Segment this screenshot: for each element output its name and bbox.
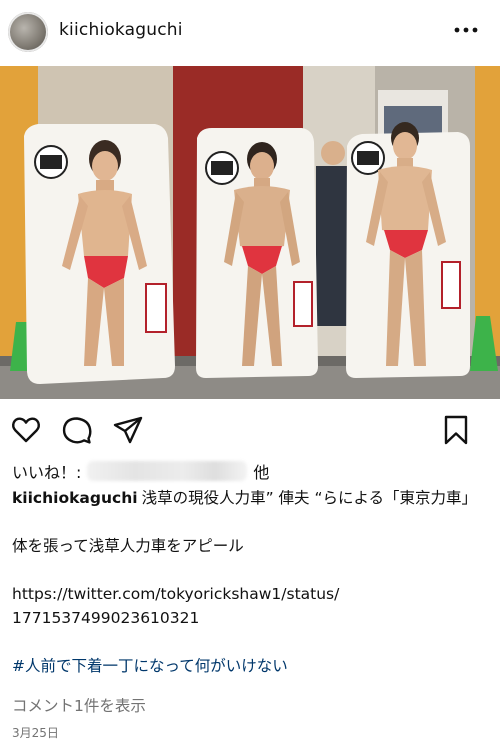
post-date: 3月25日: [12, 726, 59, 740]
photo-scene: [0, 66, 500, 399]
caption-url-line-2: 1771537499023610321: [12, 609, 200, 627]
caption-line-1: 浅草の現役人力車” 俥夫 “らによる「東京力車」: [141, 489, 478, 507]
caption-first-paragraph: kiichiokaguchi 浅草の現役人力車” 俥夫 “らによる「東京力車」: [12, 486, 482, 510]
like-button[interactable]: [10, 414, 44, 448]
heart-icon: [11, 417, 41, 443]
post-photo[interactable]: [0, 66, 500, 399]
more-icon: [454, 27, 478, 33]
caption-hashtag[interactable]: #人前で下着一丁になって何がいけない: [12, 654, 482, 678]
likes-suffix: 他: [253, 463, 270, 482]
action-bar: [0, 414, 500, 448]
comment-icon: [62, 417, 92, 444]
cutout-panel-1: [24, 124, 175, 384]
likes-prefix: いいね！:: [12, 463, 82, 482]
bookmark-icon: [444, 415, 468, 445]
username[interactable]: kiichiokaguchi: [59, 20, 183, 40]
caption-username[interactable]: kiichiokaguchi: [12, 489, 138, 507]
caption: kiichiokaguchi 浅草の現役人力車” 俥夫 “らによる「東京力車」 体…: [12, 486, 482, 678]
send-icon: [113, 416, 143, 444]
cutout-panel-2: [196, 128, 318, 378]
comment-button[interactable]: [61, 414, 95, 448]
likes-summary[interactable]: いいね！: 他: [12, 459, 269, 483]
post-header: kiichiokaguchi: [0, 0, 500, 64]
caption-line-2: 体を張って浅草人力車をアピール: [12, 537, 244, 555]
avatar[interactable]: [8, 12, 48, 52]
save-button[interactable]: [440, 414, 474, 448]
blurred-liker-names: [87, 461, 248, 481]
cutout-panel-3: [346, 122, 470, 378]
view-comments-link[interactable]: コメント1件を表示: [12, 694, 146, 716]
caption-url-line-1: https://twitter.com/tokyorickshaw1/statu…: [12, 585, 340, 603]
more-options-button[interactable]: [452, 16, 480, 44]
share-button[interactable]: [112, 414, 146, 448]
